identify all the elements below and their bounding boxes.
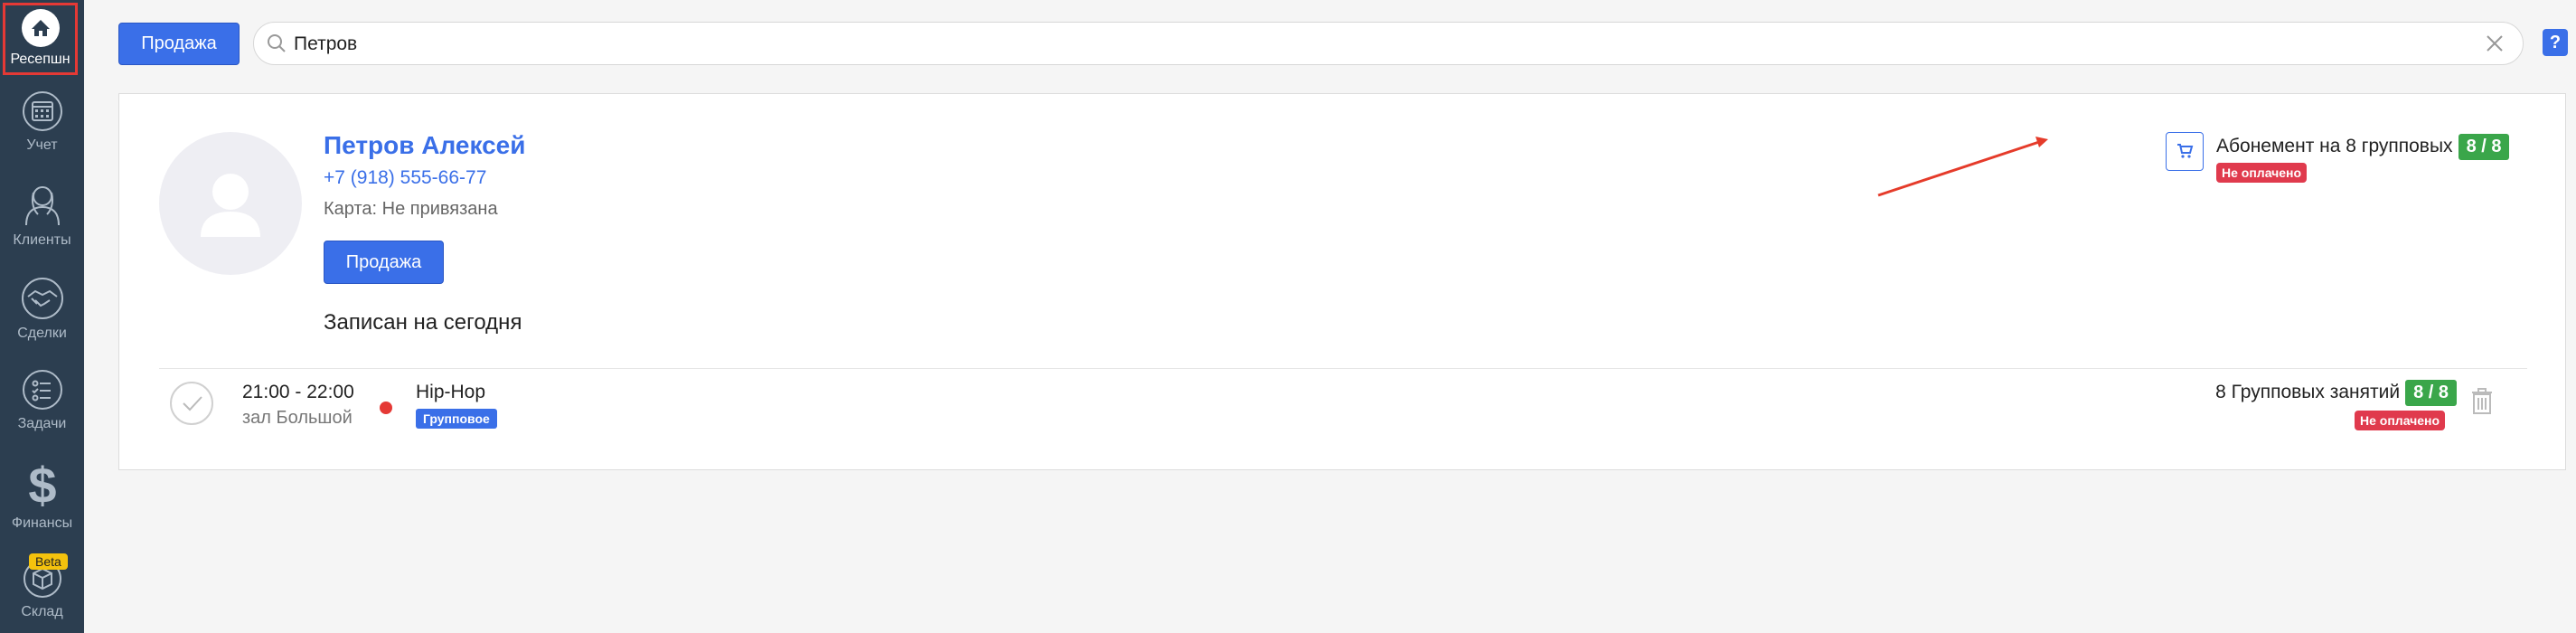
sidebar-item-clients[interactable]: Клиенты: [0, 184, 84, 249]
cart-button[interactable]: [2166, 132, 2204, 171]
sidebar-item-label: Учет: [26, 137, 58, 153]
tasks-icon: [22, 370, 62, 410]
client-card-status: Карта: Не привязана: [324, 199, 498, 219]
subscription-count-badge: 8 / 8: [2458, 134, 2510, 160]
trash-icon[interactable]: [2470, 388, 2494, 415]
sidebar: Ресепшн Учет Клиенты Сделки Задачи $ Фин…: [0, 0, 84, 633]
search-bar: [253, 22, 2524, 65]
annotation-arrow: [1877, 137, 2048, 197]
sidebar-item-label: Финансы: [11, 515, 73, 531]
sidebar-item-label: Клиенты: [13, 232, 71, 248]
attendance-check-button[interactable]: [170, 382, 213, 425]
calendar-icon: [22, 91, 62, 131]
status-dot: [380, 402, 392, 414]
lessons-count-badge: 8 / 8: [2405, 380, 2457, 406]
class-type-badge: Групповое: [416, 409, 497, 429]
help-button[interactable]: ?: [2543, 29, 2568, 56]
subscription-unpaid-badge: Не оплачено: [2216, 163, 2308, 183]
sidebar-item-reception[interactable]: Ресепшн: [3, 3, 78, 75]
sidebar-item-accounting[interactable]: Учет: [0, 90, 84, 154]
user-icon: [201, 174, 260, 237]
check-icon: [183, 396, 202, 411]
clear-icon[interactable]: [2485, 33, 2505, 53]
sidebar-item-deals[interactable]: Сделки: [0, 277, 84, 342]
search-icon: [268, 34, 286, 52]
beta-badge: Beta: [29, 553, 68, 570]
dollar-icon: $: [28, 459, 56, 510]
clients-icon: [24, 186, 60, 226]
lessons-title: 8 Групповых занятий: [2215, 382, 2401, 402]
client-name[interactable]: Петров Алексей: [324, 131, 525, 160]
handshake-icon: [21, 278, 63, 319]
sale-button[interactable]: Продажа: [118, 23, 240, 65]
booked-today-heading: Записан на сегодня: [324, 310, 522, 335]
home-icon: [21, 9, 60, 47]
subscription-name: Абонемент на 8 групповых: [2216, 136, 2453, 156]
lessons-info: 8 Групповых занятий 8 / 8: [2215, 380, 2457, 406]
subscription-title: Абонемент на 8 групповых 8 / 8: [2216, 134, 2510, 160]
sidebar-item-tasks[interactable]: Задачи: [0, 369, 84, 432]
search-input[interactable]: [292, 30, 2447, 59]
sidebar-item-label: Сделки: [17, 326, 67, 341]
booking-time: 21:00 - 22:00: [242, 382, 354, 402]
sidebar-item-finance[interactable]: $ Финансы: [0, 459, 84, 532]
sidebar-item-label: Ресепшн: [10, 52, 71, 67]
divider: [159, 368, 2527, 369]
client-card: Петров Алексей +7 (918) 555-66-77 Карта:…: [118, 93, 2566, 470]
sidebar-item-label: Задачи: [17, 416, 67, 431]
cart-icon: [2177, 144, 2194, 158]
sidebar-item-label: Склад: [21, 604, 63, 619]
client-phone[interactable]: +7 (918) 555-66-77: [324, 167, 486, 189]
avatar: [159, 132, 302, 275]
svg-text:$: $: [28, 459, 56, 510]
booking-unpaid-badge: Не оплачено: [2355, 411, 2446, 430]
class-name[interactable]: Hip-Hop: [416, 382, 485, 403]
booking-hall: зал Большой: [242, 408, 353, 428]
client-sale-button[interactable]: Продажа: [324, 241, 444, 284]
